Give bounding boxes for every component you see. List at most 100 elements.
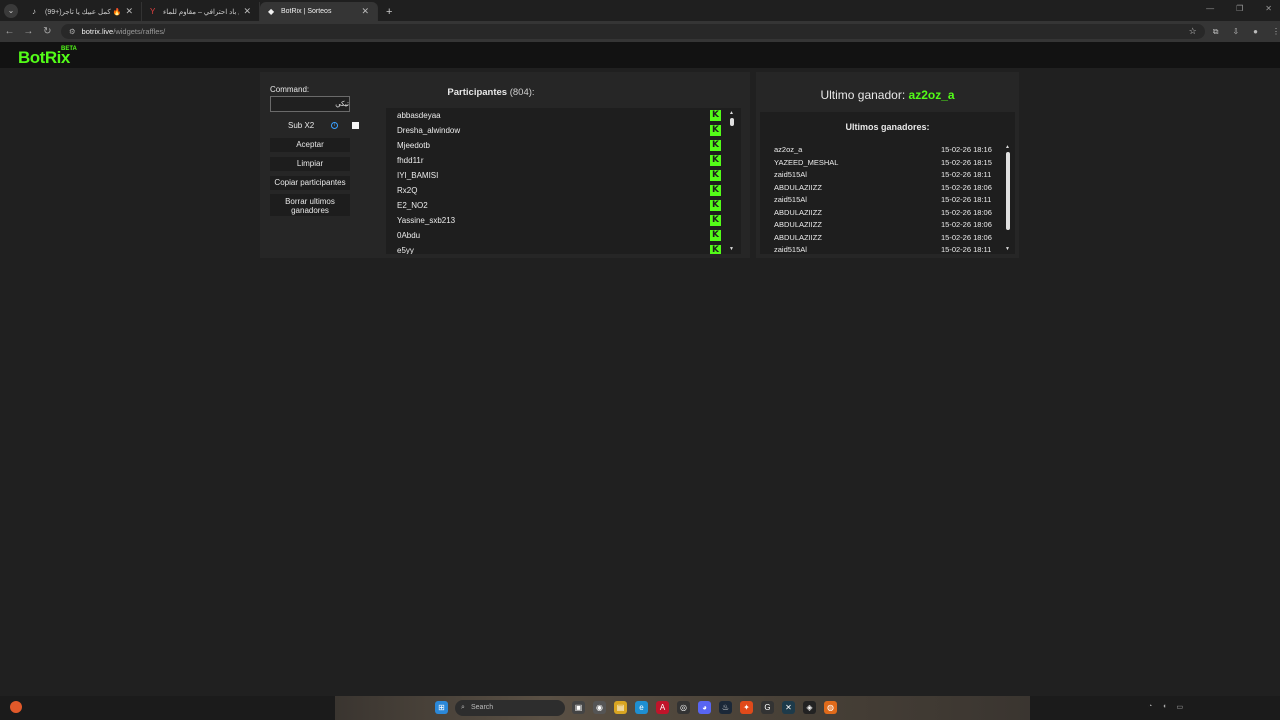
extensions-icon[interactable]: ⧉ — [1213, 27, 1219, 37]
kick-icon: K — [710, 215, 721, 226]
tab-search-icon[interactable]: ⌄ — [4, 4, 18, 18]
steam-icon[interactable]: ♨ — [719, 701, 732, 714]
command-input[interactable] — [270, 96, 350, 112]
last-winner-name: az2oz_a — [908, 88, 955, 102]
winner-date: 15-02-26 18:15 — [941, 157, 992, 167]
store-icon: Y — [150, 6, 156, 16]
list-item: 0Abdu K — [386, 228, 741, 243]
menu-icon[interactable]: ⋮ — [1272, 27, 1280, 37]
last-winner: Ultimo ganador: az2oz_a — [756, 88, 1019, 102]
forward-icon[interactable]: → — [19, 26, 38, 37]
close-window-icon[interactable]: ✕ — [1265, 4, 1272, 13]
kick-icon: K — [710, 170, 721, 181]
site-info-icon[interactable]: ⚙ — [69, 27, 76, 36]
app-icon[interactable]: ◈ — [803, 701, 816, 714]
scroll-down-icon[interactable]: ▼ — [729, 246, 734, 252]
participant-name: E2_NO2 — [397, 201, 428, 210]
back-icon[interactable]: ← — [0, 26, 19, 37]
close-tab-icon[interactable]: ✕ — [125, 6, 133, 17]
winner-name: ABDULAZIIZZ — [774, 182, 822, 192]
sub-x2-checkbox[interactable] — [352, 122, 359, 129]
widgets-icon[interactable] — [10, 701, 22, 713]
task-view-icon[interactable]: ▣ — [572, 701, 585, 714]
browser-tab-3[interactable]: ◆ BotRix | Sorteos ✕ — [260, 2, 378, 21]
chrome-icon[interactable]: ◉ — [593, 701, 606, 714]
discord-icon[interactable]: ◕ — [698, 701, 711, 714]
adobe-icon[interactable]: A — [656, 701, 669, 714]
obs-icon[interactable]: ◎ — [677, 701, 690, 714]
winner-name: az2oz_a — [774, 145, 803, 154]
list-item: Mjeedotb K — [386, 138, 741, 153]
window-controls: — ❐ ✕ — [1206, 4, 1272, 13]
participant-name: e5yy — [397, 246, 414, 254]
volume-icon[interactable]: ◖ — [1162, 703, 1166, 711]
bookmark-star-icon[interactable]: ☆ — [1189, 26, 1197, 37]
app-icon[interactable]: ◍ — [824, 701, 837, 714]
participant-name: Rx2Q — [397, 186, 418, 195]
os-taskbar: ⊞ ⌕ Search ▣ ◉ ▤ e A ◎ ◕ ♨ ✦ G ✕ ◈ ◍ ◔ ◖… — [0, 696, 1280, 720]
tab-title: ماوس باد احترافي – مقاوم للماء — [163, 8, 239, 16]
list-item: Dresha_alwindow K — [386, 123, 741, 138]
kick-icon: K — [710, 200, 721, 211]
botrix-icon: ◆ — [268, 6, 275, 16]
app-icon[interactable]: ✦ — [740, 701, 753, 714]
start-icon[interactable]: ⊞ — [435, 701, 448, 714]
scroll-thumb[interactable] — [1006, 152, 1010, 230]
app-icon[interactable]: ✕ — [782, 701, 795, 714]
winner-row: ABDULAZIIZZ 15-02-26 18:06 — [760, 218, 1000, 231]
new-tab-icon[interactable]: + — [386, 6, 392, 18]
tab-title: BotRix | Sorteos — [281, 8, 332, 15]
kick-icon: K — [710, 230, 721, 241]
winner-name: ABDULAZIIZZ — [774, 207, 822, 217]
list-item: abbasdeyaa K — [386, 108, 741, 123]
accept-button[interactable]: Aceptar — [270, 138, 350, 152]
browser-tab-1[interactable]: ♪ (99+)کمل عبيك يا تاجر 🔥😂 #.. # ✕ — [24, 2, 142, 21]
reload-icon[interactable]: ↻ — [38, 26, 57, 37]
kick-icon: K — [710, 110, 721, 121]
network-icon[interactable]: ◔ — [1148, 703, 1152, 711]
notification-icon[interactable]: ▭ — [1176, 703, 1183, 711]
clear-button[interactable]: Limpiar — [270, 157, 350, 171]
close-tab-icon[interactable]: ✕ — [361, 6, 369, 17]
close-tab-icon[interactable]: ✕ — [243, 6, 251, 17]
winner-row: zaid515Al 15-02-26 18:11 — [760, 243, 1000, 254]
scroll-down-icon[interactable]: ▼ — [1005, 246, 1010, 252]
profile-icon[interactable]: ● — [1253, 27, 1258, 37]
edge-icon[interactable]: e — [635, 701, 648, 714]
winner-date: 15-02-26 18:16 — [941, 145, 992, 154]
winner-name: YAZEED_MESHAL — [774, 157, 839, 167]
scroll-up-icon[interactable]: ▲ — [729, 110, 734, 116]
winner-row: az2oz_a 15-02-26 18:16 — [760, 143, 1000, 156]
downloads-icon[interactable]: ⇩ — [1232, 27, 1239, 37]
participants-list[interactable]: abbasdeyaa K Dresha_alwindow K Mjeedotb K f… — [386, 108, 741, 254]
kick-icon: K — [710, 185, 721, 196]
app-header: BotRix BETA — [0, 42, 1280, 68]
info-icon[interactable]: i — [331, 122, 338, 129]
file-explorer-icon[interactable]: ▤ — [614, 701, 627, 714]
command-label: Command: — [270, 85, 310, 94]
participant-name: Yassine_sxb213 — [397, 216, 456, 225]
participant-name: fhdd11r — [397, 156, 424, 165]
winners-scrollbar[interactable]: ▲ ▼ — [1005, 144, 1010, 252]
winner-name: zaid515Al — [774, 195, 807, 204]
copy-participants-button[interactable]: Copiar participantes — [270, 176, 350, 190]
minimize-icon[interactable]: — — [1206, 4, 1214, 13]
maximize-icon[interactable]: ❐ — [1236, 4, 1243, 13]
taskbar-pinned: ▣ ◉ ▤ e A ◎ ◕ ♨ ✦ G ✕ ◈ ◍ — [572, 701, 837, 714]
winner-date: 15-02-26 18:06 — [941, 182, 992, 192]
delete-winners-button[interactable]: Borrar ultimos ganadores — [270, 194, 350, 216]
url-host: botrix.live — [81, 27, 114, 36]
taskbar-search[interactable]: ⌕ Search — [455, 700, 565, 716]
browser-tab-2[interactable]: Y ماوس باد احترافي – مقاوم للماء ✕ — [142, 2, 260, 21]
toolbar-icons: ⧉ ⇩ ● ⋮ — [1213, 27, 1280, 37]
participant-name: Dresha_alwindow — [397, 126, 461, 135]
app-icon[interactable]: G — [761, 701, 774, 714]
participants-scrollbar[interactable]: ▲ ▼ — [729, 110, 734, 252]
scroll-thumb[interactable] — [730, 118, 734, 126]
url-path: /widgets/raffles/ — [113, 27, 166, 36]
winners-list[interactable]: az2oz_a 15-02-26 18:16 YAZEED_MESHAL 15-02… — [760, 143, 1000, 254]
winner-date: 15-02-26 18:06 — [941, 207, 992, 217]
scroll-up-icon[interactable]: ▲ — [1005, 144, 1010, 150]
winner-row: ABDULAZIIZZ 15-02-26 18:06 — [760, 206, 1000, 219]
address-bar[interactable]: ⚙ botrix.live/widgets/raffles/ ☆ — [60, 24, 1205, 39]
